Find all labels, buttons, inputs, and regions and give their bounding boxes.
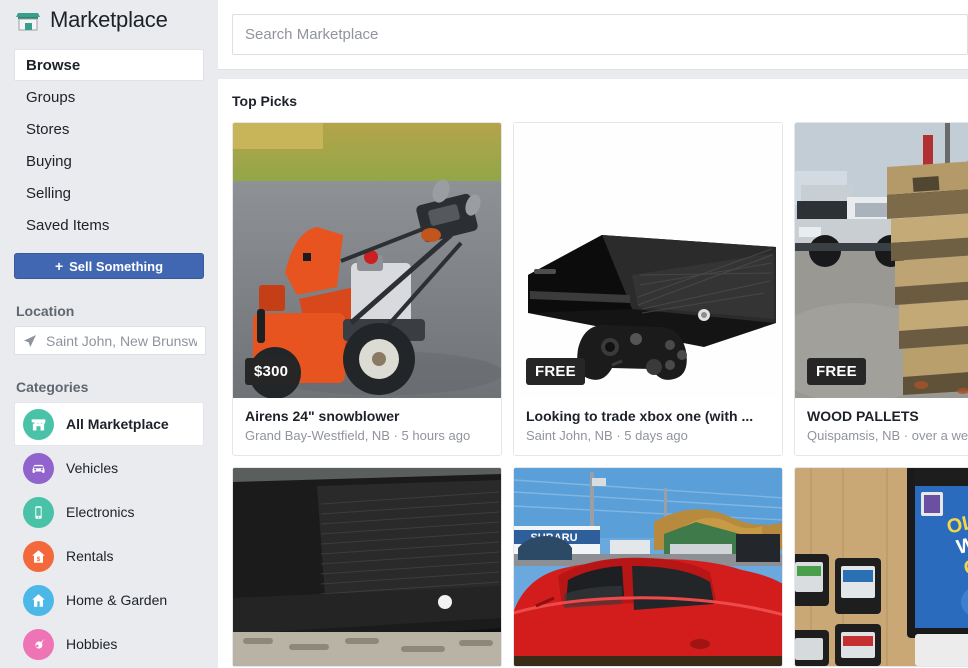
category-label: Hobbies xyxy=(66,636,118,652)
category-label: Vehicles xyxy=(66,460,119,476)
sidebar-item-browse[interactable]: Browse xyxy=(14,49,204,81)
listing-info: Looking to trade xbox one (with ... Sain… xyxy=(514,398,782,455)
listing-title: Airens 24" snowblower xyxy=(245,408,400,424)
listing-title: WOOD PALLETS xyxy=(807,408,919,424)
sidebar-item-groups[interactable]: Groups xyxy=(14,81,204,113)
listing-photo-red-car: SUBARU xyxy=(514,468,782,666)
listing-meta: Saint John, NB · 5 days ago xyxy=(526,428,688,443)
category-item-electronics[interactable]: Electronics xyxy=(14,490,204,534)
sidebar-item-label: Groups xyxy=(26,89,76,106)
listing-grid: $300 Airens 24" snowblower Grand Bay-Wes… xyxy=(232,122,968,667)
plus-icon: + xyxy=(54,258,64,274)
listing-card[interactable]: FREE Looking to trade xbox one (with ...… xyxy=(513,122,783,456)
sell-something-button[interactable]: + Sell Something xyxy=(14,253,204,279)
sidebar-item-label: Buying xyxy=(26,153,72,170)
house-dollar-icon: $ xyxy=(23,540,54,572)
price-badge: FREE xyxy=(807,358,866,385)
sidebar-item-stores[interactable]: Stores xyxy=(14,113,204,145)
listing-card[interactable] xyxy=(232,467,502,667)
category-label: Home & Garden xyxy=(66,592,168,608)
sidebar-item-saved-items[interactable]: Saved Items xyxy=(14,209,204,241)
house-icon xyxy=(23,584,54,616)
sidebar-item-label: Browse xyxy=(26,57,81,74)
price-badge: $300 xyxy=(245,358,298,385)
listing-info: WOOD PALLETS Quispamsis, NB · over a wee… xyxy=(795,398,968,455)
svg-text:$: $ xyxy=(37,555,41,562)
sidebar: Marketplace Browse Groups Stores Buying … xyxy=(0,0,218,668)
listing-info: Airens 24" snowblower Grand Bay-Westfiel… xyxy=(233,398,501,455)
location-arrow-icon xyxy=(24,334,36,347)
listing-photo-wood-pallets: FREE xyxy=(795,123,968,398)
price-badge: FREE xyxy=(526,358,585,385)
storefront-icon xyxy=(23,408,54,440)
marketplace-brand[interactable]: Marketplace xyxy=(14,0,204,40)
category-item-home-and-garden[interactable]: Home & Garden xyxy=(14,578,204,622)
main-content: Top Picks xyxy=(218,0,968,668)
listing-card[interactable]: NINT OLYMPIC WINTER GAMES SEGA xyxy=(794,467,968,667)
listing-photo-snowblower: $300 xyxy=(233,123,501,398)
listing-card[interactable]: $300 Airens 24" snowblower Grand Bay-Wes… xyxy=(232,122,502,456)
sidebar-item-label: Saved Items xyxy=(26,217,110,234)
category-item-vehicles[interactable]: Vehicles xyxy=(14,446,204,490)
category-list: All Marketplace Vehicles Electronics $ R… xyxy=(14,402,204,666)
category-label: Electronics xyxy=(66,504,135,520)
feed: Top Picks $300 Airens 24" snowblower Gra… xyxy=(218,79,968,668)
listing-meta: Quispamsis, NB · over a week ago xyxy=(807,428,968,443)
listing-meta: Grand Bay-Westfield, NB · 5 hours ago xyxy=(245,428,471,443)
category-item-rentals[interactable]: $ Rentals xyxy=(14,534,204,578)
phone-icon xyxy=(23,496,54,528)
guitar-icon xyxy=(23,628,54,660)
sidebar-item-selling[interactable]: Selling xyxy=(14,177,204,209)
listing-photo-game-cartridges: NINT OLYMPIC WINTER GAMES SEGA xyxy=(795,468,968,666)
listing-card[interactable]: SUBARU xyxy=(513,467,783,667)
location-heading: Location xyxy=(16,303,75,319)
sidebar-item-buying[interactable]: Buying xyxy=(14,145,204,177)
search-bar-container xyxy=(218,0,968,70)
car-icon xyxy=(23,452,54,484)
marketplace-page: Marketplace Browse Groups Stores Buying … xyxy=(0,0,968,668)
listing-photo-dark-electronics xyxy=(233,468,501,666)
listing-photo-xbox: FREE xyxy=(514,123,782,398)
listing-title: Looking to trade xbox one (with ... xyxy=(526,408,754,424)
sidebar-nav: Browse Groups Stores Buying Selling Save… xyxy=(14,49,204,241)
feed-title: Top Picks xyxy=(232,93,298,109)
listing-card[interactable]: FREE WOOD PALLETS Quispamsis, NB · over … xyxy=(794,122,968,456)
storefront-icon xyxy=(16,13,40,31)
sidebar-item-label: Stores xyxy=(26,121,70,138)
location-input[interactable]: Saint John, New Brunswick xyxy=(14,326,206,355)
categories-heading: Categories xyxy=(16,379,89,395)
category-item-hobbies[interactable]: Hobbies xyxy=(14,622,204,666)
sidebar-item-label: Selling xyxy=(26,185,72,202)
category-label: All Marketplace xyxy=(66,416,169,432)
search-input[interactable] xyxy=(232,14,968,55)
category-label: Rentals xyxy=(66,548,114,564)
brand-title: Marketplace xyxy=(50,7,168,32)
sell-something-label: Sell Something xyxy=(69,258,164,274)
location-value: Saint John, New Brunswick xyxy=(46,332,197,349)
category-item-all-marketplace[interactable]: All Marketplace xyxy=(14,402,204,446)
